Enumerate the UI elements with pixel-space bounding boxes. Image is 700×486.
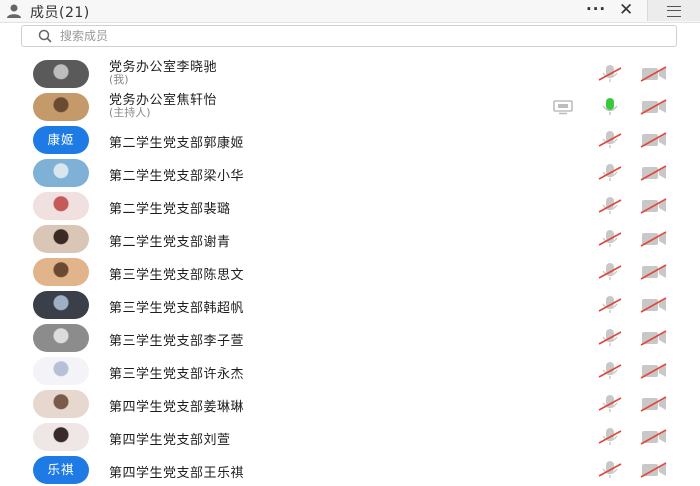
member-name: 第二学生党支部郭康姬 [109,136,245,151]
member-row[interactable]: 第二学生党支部裴璐 [0,190,700,222]
mic-muted-icon[interactable] [597,130,623,150]
screen-share-icon[interactable] [552,99,574,115]
camera-off-icon[interactable] [639,65,669,83]
mic-muted-icon[interactable] [597,163,623,183]
avatar [33,159,89,187]
more-icon[interactable]: ··· [586,0,606,18]
mic-muted-icon[interactable] [597,427,623,447]
member-row[interactable]: 第三学生党支部许永杰 [0,355,700,387]
member-name: 第三学生党支部韩超帆 [109,301,245,316]
member-name: 第四学生党支部王乐祺 [109,466,245,481]
member-name: 第四学生党支部姜琳琳 [109,400,245,415]
member-role: (主持人) [109,106,151,119]
title-bar: 成员(21) ··· ✕ [0,0,700,23]
avatar [33,93,89,121]
camera-off-icon[interactable] [639,296,669,314]
avatar [33,192,89,220]
avatar [33,60,89,88]
member-row[interactable]: 康姬 第二学生党支部郭康姬 [0,124,700,156]
mic-muted-icon[interactable] [597,196,623,216]
member-row[interactable]: 乐祺 第四学生党支部王乐祺 [0,454,700,486]
camera-off-icon[interactable] [639,230,669,248]
avatar: 康姬 [33,126,89,154]
member-row[interactable]: 第三学生党支部韩超帆 [0,289,700,321]
mic-muted-icon[interactable] [597,394,623,414]
avatar [33,324,89,352]
mic-muted-icon[interactable] [597,64,623,84]
mic-muted-icon[interactable] [597,328,623,348]
member-name: 第四学生党支部刘萱 [109,433,231,448]
camera-off-icon[interactable] [639,263,669,281]
camera-off-icon[interactable] [639,395,669,413]
member-row[interactable]: 党务办公室焦轩怡 (主持人) [0,91,700,123]
avatar [33,390,89,418]
search-input[interactable] [60,27,660,44]
member-row[interactable]: 第三学生党支部陈思文 [0,256,700,288]
avatar [33,357,89,385]
mic-muted-icon[interactable] [597,229,623,249]
avatar [33,258,89,286]
member-name: 第三学生党支部许永杰 [109,367,245,382]
menu-icon [667,6,681,17]
avatar: 乐祺 [33,456,89,484]
member-name: 第三学生党支部李子萱 [109,334,245,349]
panel-title: 成员(21) [30,5,90,21]
camera-off-icon[interactable] [639,131,669,149]
mic-muted-icon[interactable] [597,295,623,315]
camera-off-icon[interactable] [639,197,669,215]
member-row[interactable]: 第二学生党支部谢青 [0,223,700,255]
mic-muted-icon[interactable] [597,262,623,282]
close-icon[interactable]: ✕ [619,0,633,20]
member-list: 党务办公室李晓驰 (我) 党务办公室焦轩怡 (主持人) 康姬 第二学生党支部郭康姬 第二学生… [0,58,700,484]
member-name: 第二学生党支部梁小华 [109,169,245,184]
member-name: 第三学生党支部陈思文 [109,268,245,283]
member-row[interactable]: 党务办公室李晓驰 (我) [0,58,700,90]
avatar [33,423,89,451]
member-row[interactable]: 第二学生党支部梁小华 [0,157,700,189]
search-icon [38,29,52,43]
member-row[interactable]: 第四学生党支部姜琳琳 [0,388,700,420]
avatar [33,225,89,253]
member-name: 第二学生党支部谢青 [109,235,231,250]
camera-off-icon[interactable] [639,98,669,116]
camera-off-icon[interactable] [639,461,669,479]
camera-off-icon[interactable] [639,428,669,446]
mic-muted-icon[interactable] [597,361,623,381]
member-role: (我) [109,73,129,86]
sidebar-toggle-button[interactable] [647,0,700,21]
mic-muted-icon[interactable] [597,460,623,480]
search-box [21,25,677,47]
camera-off-icon[interactable] [639,362,669,380]
camera-off-icon[interactable] [639,329,669,347]
member-row[interactable]: 第四学生党支部刘萱 [0,421,700,453]
avatar [33,291,89,319]
member-row[interactable]: 第三学生党支部李子萱 [0,322,700,354]
mic-active-icon[interactable] [597,97,623,117]
members-icon [7,4,21,18]
member-name: 第二学生党支部裴璐 [109,202,231,217]
camera-off-icon[interactable] [639,164,669,182]
